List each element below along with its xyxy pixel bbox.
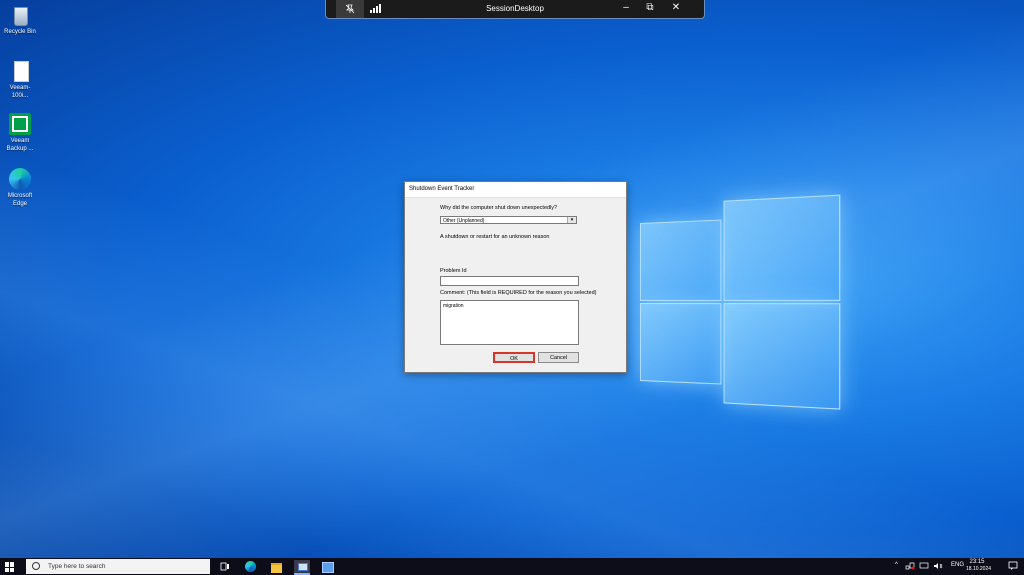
reason-select-value: Other (Unplanned) xyxy=(443,218,484,224)
desktop-icon-veeam-file[interactable]: Veeam-100i... xyxy=(2,60,38,100)
search-placeholder: Type here to search xyxy=(48,563,105,570)
search-icon xyxy=(32,562,40,570)
reason-description: A shutdown or restart for an unknown rea… xyxy=(440,234,549,240)
close-button[interactable]: ✕ xyxy=(666,2,686,13)
file-explorer-icon[interactable] xyxy=(270,560,284,573)
desktop-icon-label: Microsoft Edge xyxy=(2,192,38,208)
desktop-icon-recycle-bin[interactable]: Recycle Bin xyxy=(2,4,38,36)
veeam-icon xyxy=(9,113,31,135)
notification-icon[interactable] xyxy=(1008,561,1018,573)
edge-taskbar-icon[interactable] xyxy=(244,560,258,573)
desktop-icon-label: Veeam-100i... xyxy=(2,84,38,100)
network-icon[interactable] xyxy=(905,562,915,572)
recycle-bin-icon xyxy=(9,4,31,26)
problem-id-label: Problem Id xyxy=(440,268,467,274)
taskbar-search-box[interactable]: Type here to search xyxy=(26,559,210,574)
desktop-icon-label: Veeam Backup ... xyxy=(2,137,38,153)
comment-label: Comment: (This field is REQUIRED for the… xyxy=(440,290,597,296)
cancel-button[interactable]: Cancel xyxy=(538,352,579,363)
clock[interactable]: 23:15 18.10.2024 xyxy=(966,559,988,573)
ok-button[interactable]: OK xyxy=(493,352,535,363)
volume-icon[interactable] xyxy=(933,562,943,572)
display-icon[interactable] xyxy=(919,562,929,572)
task-view-icon[interactable] xyxy=(218,560,232,573)
restore-button[interactable]: ⧉ xyxy=(640,2,660,13)
chevron-up-icon[interactable]: ^ xyxy=(895,562,898,568)
desktop-icon-veeam-backup[interactable]: Veeam Backup ... xyxy=(2,113,38,153)
chevron-down-icon[interactable]: ▾ xyxy=(567,217,576,223)
remote-desktop-taskbar-icon[interactable] xyxy=(320,560,334,573)
windows-start-icon[interactable] xyxy=(5,562,15,572)
desktop-icon-label: Recycle Bin xyxy=(2,28,38,36)
shutdown-event-tracker-dialog: Shutdown Event Tracker Why did the compu… xyxy=(404,181,627,373)
reason-question-label: Why did the computer shut down unexpecte… xyxy=(440,205,557,211)
minimize-button[interactable]: – xyxy=(616,2,636,13)
desktop-icon-microsoft-edge[interactable]: Microsoft Edge xyxy=(2,168,38,208)
clock-date: 18.10.2024 xyxy=(966,566,988,573)
remote-session-bar: SessionDesktop – ⧉ ✕ xyxy=(326,0,704,18)
server-manager-icon[interactable] xyxy=(294,560,310,575)
taskbar: Type here to search ^ ENG 23:15 18.10.20… xyxy=(0,558,1024,575)
clock-time: 23:15 xyxy=(966,559,988,566)
dialog-title: Shutdown Event Tracker xyxy=(405,182,626,198)
language-indicator[interactable]: ENG xyxy=(951,562,964,568)
windows-logo-wallpaper xyxy=(640,195,838,408)
file-icon xyxy=(9,60,31,82)
comment-textarea[interactable]: migration xyxy=(440,300,579,345)
problem-id-input[interactable] xyxy=(440,276,579,286)
edge-icon xyxy=(9,168,31,190)
reason-select[interactable]: Other (Unplanned) ▾ xyxy=(440,216,577,224)
